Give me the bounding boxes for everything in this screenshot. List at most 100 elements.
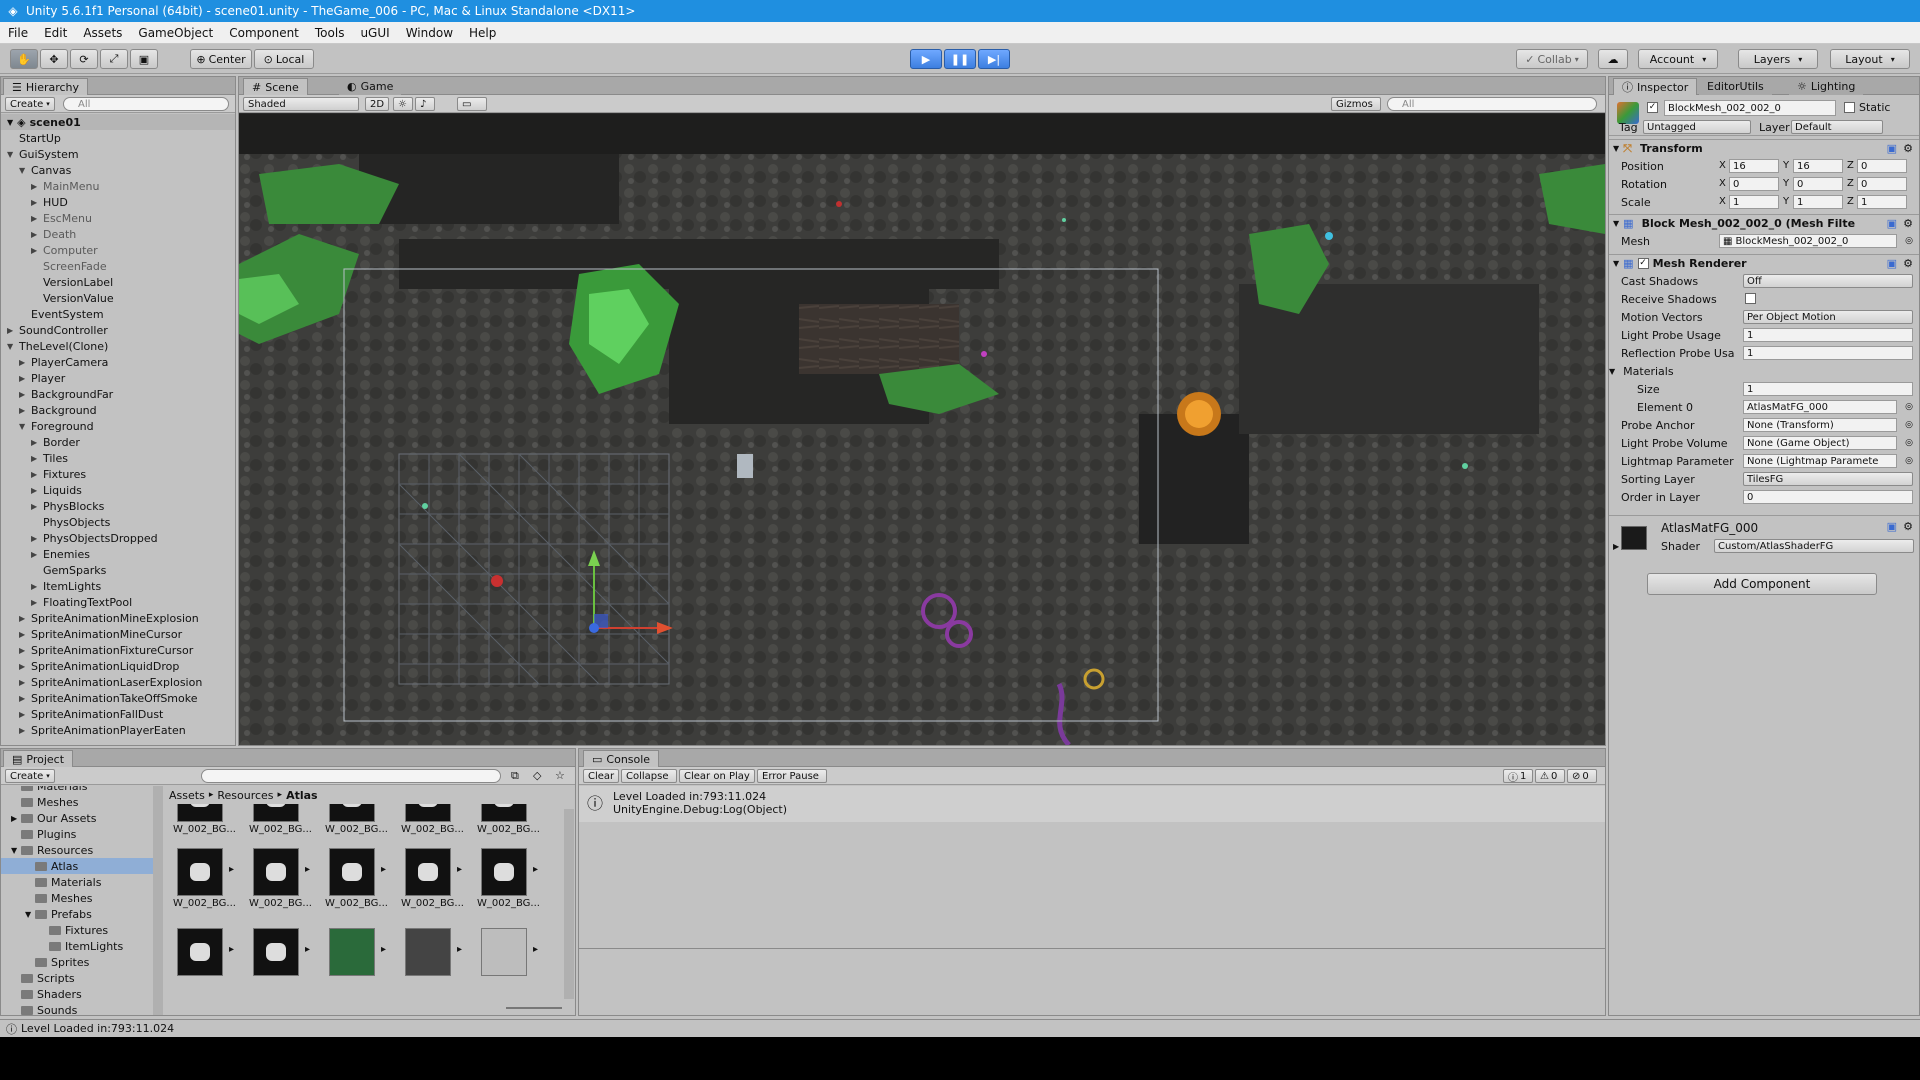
menu-file[interactable]: File — [0, 26, 36, 40]
hierarchy-item[interactable]: StartUp — [1, 130, 235, 146]
tag-dropdown[interactable]: Untagged — [1643, 120, 1751, 134]
renderer-field[interactable]: None (Lightmap Paramete — [1743, 454, 1897, 468]
layer-dropdown[interactable]: Default — [1791, 120, 1883, 134]
settings-gear-icon[interactable]: ⚙ — [1903, 520, 1913, 533]
renderer-field[interactable]: 1 — [1743, 346, 1913, 360]
asset-thumbnail[interactable] — [329, 848, 375, 896]
expand-arrow-icon[interactable]: ▼ — [1609, 367, 1615, 376]
hierarchy-item[interactable]: ▼ Foreground — [1, 418, 235, 434]
hierarchy-create-dropdown[interactable]: Create ▾ — [5, 97, 55, 111]
asset-thumbnail[interactable] — [253, 848, 299, 896]
hierarchy-item[interactable]: ▶ Player — [1, 370, 235, 386]
hierarchy-item[interactable]: ▶ EscMenu — [1, 210, 235, 226]
asset-thumbnail[interactable] — [405, 928, 451, 976]
project-folder-item[interactable]: Scripts — [1, 970, 153, 986]
object-picker-icon[interactable]: ◎ — [1905, 236, 1913, 246]
audio-toggle[interactable]: ♪ — [415, 97, 435, 111]
move-tool-button[interactable]: ✥ — [40, 49, 68, 69]
log-detail-divider[interactable] — [579, 948, 1605, 949]
asset-thumbnail[interactable] — [253, 804, 299, 822]
transform-component-header[interactable]: ▼ ⤧ Transform ▣ ⚙ — [1609, 139, 1919, 157]
step-button[interactable]: ▶| — [978, 49, 1010, 69]
rect-tool-button[interactable]: ▣ — [130, 49, 158, 69]
hierarchy-item[interactable]: ▶ PhysObjectsDropped — [1, 530, 235, 546]
rotation-z-field[interactable]: 0 — [1857, 177, 1907, 191]
meshfilter-component-header[interactable]: ▼ ▦ Block Mesh_002_002_0 (Mesh Filte ▣ ⚙ — [1609, 214, 1919, 232]
object-picker-icon[interactable]: ◎ — [1905, 402, 1913, 412]
console-error-pause-button[interactable]: Error Pause — [757, 769, 827, 783]
expand-arrow-icon[interactable]: ▶ — [11, 814, 21, 823]
scale-tool-button[interactable]: ⤢ — [100, 49, 128, 69]
help-icon[interactable]: ▣ — [1887, 142, 1897, 155]
hierarchy-item[interactable]: ▶ BackgroundFar — [1, 386, 235, 402]
project-folder-item[interactable]: Materials — [1, 786, 153, 794]
settings-gear-icon[interactable]: ⚙ — [1903, 257, 1913, 270]
pivot-center-button[interactable]: ⊕ Center — [190, 49, 252, 69]
expand-arrow-icon[interactable]: ▶ — [31, 470, 41, 479]
renderer-field[interactable]: 1 — [1743, 382, 1913, 396]
object-name-field[interactable]: BlockMesh_002_002_0 — [1664, 100, 1836, 116]
receive-shadows-checkbox[interactable] — [1745, 293, 1756, 304]
scene-root-row[interactable]: ▼ ◈ scene01 — [1, 114, 235, 130]
renderer-dropdown[interactable]: TilesFG — [1743, 472, 1913, 486]
object-picker-icon[interactable]: ◎ — [1905, 438, 1913, 448]
object-picker-icon[interactable]: ◎ — [1905, 456, 1913, 466]
collab-button[interactable]: ✓ Collab ▾ — [1516, 49, 1588, 69]
play-button[interactable]: ▶ — [910, 49, 942, 69]
position-x-field[interactable]: 16 — [1729, 159, 1779, 173]
expand-arrow-icon[interactable]: ▼ — [11, 846, 21, 855]
layers-dropdown[interactable]: Layers ▾ — [1738, 49, 1818, 69]
tab-project[interactable]: ▤ Project — [3, 750, 74, 767]
scene-search-input[interactable]: All — [1387, 97, 1597, 111]
expand-arrow-icon[interactable]: ▶ — [19, 646, 29, 655]
hierarchy-item[interactable]: ▼ Canvas — [1, 162, 235, 178]
expand-subassets-icon[interactable]: ▸ — [381, 944, 386, 955]
scale-y-field[interactable]: 1 — [1793, 195, 1843, 209]
expand-arrow-icon[interactable]: ▶ — [19, 406, 29, 415]
project-folder-item[interactable]: Atlas — [1, 858, 153, 874]
hierarchy-item[interactable]: ▶ SoundController — [1, 322, 235, 338]
hierarchy-item[interactable]: VersionLabel — [1, 274, 235, 290]
scene-viewport[interactable] — [239, 114, 1605, 745]
enabled-checkbox[interactable]: ✓ — [1637, 258, 1649, 269]
hierarchy-item[interactable]: ▶ SpriteAnimationPlayerEaten — [1, 722, 235, 738]
expand-subassets-icon[interactable]: ▸ — [533, 864, 538, 875]
expand-arrow-icon[interactable]: ▶ — [31, 438, 41, 447]
hierarchy-item[interactable]: ▶ PhysBlocks — [1, 498, 235, 514]
hierarchy-item[interactable]: ▶ Death — [1, 226, 235, 242]
expand-subassets-icon[interactable]: ▸ — [305, 864, 310, 875]
project-folder-item[interactable]: ItemLights — [1, 938, 153, 954]
expand-arrow-icon[interactable]: ▶ — [31, 502, 41, 511]
expand-arrow-icon[interactable]: ▶ — [31, 182, 41, 191]
expand-subassets-icon[interactable]: ▸ — [305, 944, 310, 955]
expand-arrow-icon[interactable]: ▶ — [19, 630, 29, 639]
renderer-dropdown[interactable]: Per Object Motion — [1743, 310, 1913, 324]
project-create-dropdown[interactable]: Create ▾ — [5, 769, 55, 783]
expand-subassets-icon[interactable]: ▸ — [457, 864, 462, 875]
hierarchy-item[interactable]: ▶ Background — [1, 402, 235, 418]
hierarchy-item[interactable]: ▶ Tiles — [1, 450, 235, 466]
hierarchy-item[interactable]: ▶ MainMenu — [1, 178, 235, 194]
hierarchy-item[interactable]: ▶ Liquids — [1, 482, 235, 498]
menu-tools[interactable]: Tools — [307, 26, 353, 40]
asset-thumbnail[interactable] — [177, 928, 223, 976]
asset-thumbnail[interactable] — [177, 848, 223, 896]
expand-arrow-icon[interactable]: ▶ — [31, 230, 41, 239]
scale-x-field[interactable]: 1 — [1729, 195, 1779, 209]
hierarchy-item[interactable]: ▶ Enemies — [1, 546, 235, 562]
expand-arrow-icon[interactable]: ▶ — [19, 390, 29, 399]
project-folder-item[interactable]: Meshes — [1, 794, 153, 810]
rotate-tool-button[interactable]: ⟳ — [70, 49, 98, 69]
menu-component[interactable]: Component — [221, 26, 307, 40]
filter-label-icon[interactable]: ◇ — [533, 769, 541, 782]
hierarchy-item[interactable]: PhysObjects — [1, 514, 235, 530]
breadcrumb-item[interactable]: Resources — [217, 789, 273, 802]
hierarchy-item[interactable]: EventSystem — [1, 306, 235, 322]
account-dropdown[interactable]: Account ▾ — [1638, 49, 1718, 69]
menu-help[interactable]: Help — [461, 26, 504, 40]
menu-window[interactable]: Window — [398, 26, 461, 40]
player-sprite[interactable] — [737, 454, 753, 478]
breadcrumb-item[interactable]: Atlas — [286, 789, 318, 802]
expand-arrow-icon[interactable]: ▼ — [7, 342, 17, 351]
log-entry[interactable]: ⓘ Level Loaded in:793:11.024 UnityEngine… — [579, 786, 1605, 822]
